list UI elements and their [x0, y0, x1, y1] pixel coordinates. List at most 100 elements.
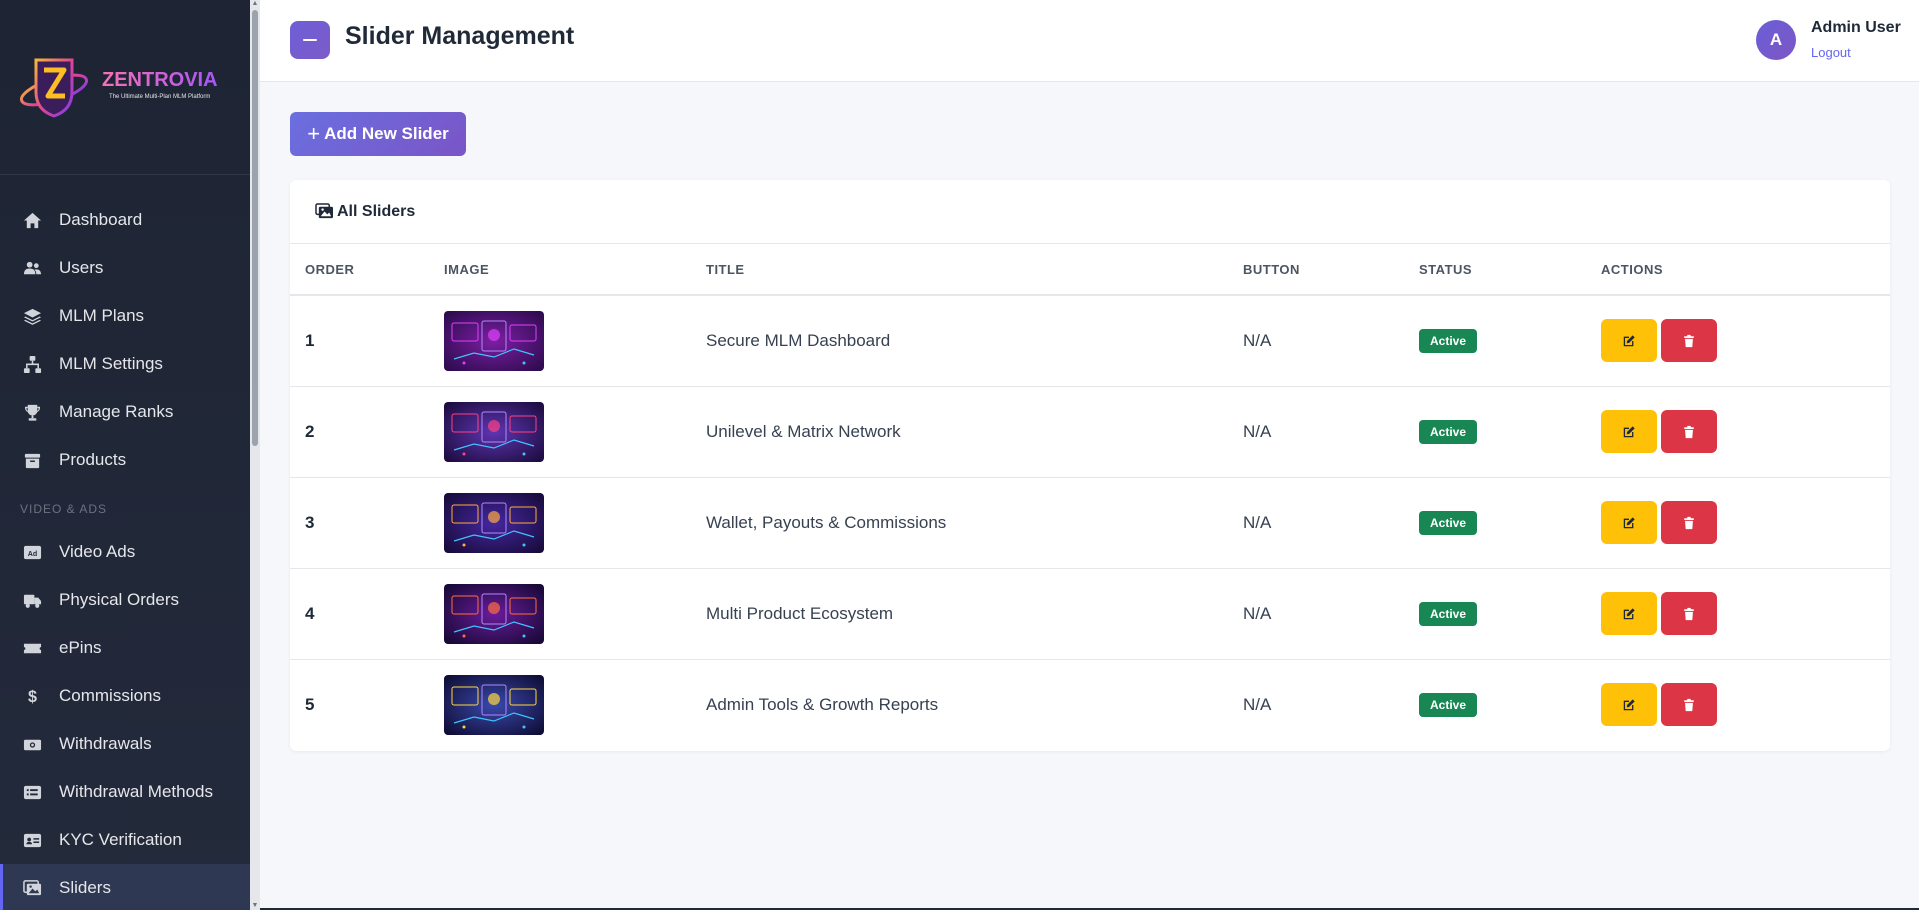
list-card-icon: [22, 782, 42, 802]
delete-slider-button[interactable]: [1661, 410, 1717, 453]
zentrovia-logo[interactable]: ZENTROVIA The Ultimate Multi-Plan MLM Pl…: [18, 52, 233, 120]
scroll-down-arrow-icon[interactable]: ▼: [251, 902, 259, 910]
slider-thumbnail-image[interactable]: [444, 401, 544, 462]
slider-button-value: N/A: [1243, 568, 1419, 660]
sidebar-item-label: Physical Orders: [59, 590, 179, 609]
edit-slider-button[interactable]: [1601, 410, 1657, 453]
users-icon: [22, 258, 42, 278]
edit-slider-button[interactable]: [1601, 592, 1657, 635]
trash-icon: [1684, 607, 1694, 620]
sidebar: ZENTROVIA The Ultimate Multi-Plan MLM Pl…: [0, 0, 260, 910]
table-row: 4 Multi Product Ecosystem N/A Active: [290, 568, 1890, 660]
slider-image-cell: [444, 386, 706, 478]
add-new-slider-button[interactable]: + Add New Slider: [290, 112, 466, 156]
delete-slider-button[interactable]: [1661, 501, 1717, 544]
menu-toggle-button[interactable]: [290, 21, 330, 59]
sidebar-item-users[interactable]: Users: [0, 244, 250, 292]
table-row: 5 Admin Tools & Growth Reports N/A Activ…: [290, 659, 1890, 750]
sidebar-item-dashboard[interactable]: Dashboard: [0, 196, 250, 244]
delete-slider-button[interactable]: [1661, 592, 1717, 635]
sidebar-item-withdrawal-methods[interactable]: Withdrawal Methods: [0, 768, 250, 816]
delete-slider-button[interactable]: [1661, 319, 1717, 363]
hamburger-icon: [303, 39, 317, 41]
sidebar-item-commissions[interactable]: $ Commissions: [0, 672, 250, 720]
sidebar-item-manage-ranks[interactable]: Manage Ranks: [0, 388, 250, 436]
plus-icon: +: [307, 121, 321, 146]
sidebar-item-label: Manage Ranks: [59, 402, 174, 421]
sidebar-scrollbar[interactable]: ▲ ▼: [250, 0, 260, 910]
slider-status-cell: Active: [1419, 568, 1601, 660]
sliders-table: ORDER IMAGE TITLE BUTTON STATUS ACTIONS …: [290, 244, 1890, 750]
box-icon: [22, 450, 42, 470]
trash-icon: [1684, 516, 1694, 529]
slider-order: 2: [290, 386, 444, 478]
sidebar-item-physical-orders[interactable]: Physical Orders: [0, 576, 250, 624]
edit-slider-button[interactable]: [1601, 501, 1657, 544]
slider-image-cell: [444, 477, 706, 569]
slider-thumbnail-image[interactable]: [444, 310, 544, 371]
add-new-slider-label: Add New Slider: [324, 124, 449, 143]
column-header-image[interactable]: IMAGE: [444, 244, 706, 296]
delete-slider-button[interactable]: [1661, 683, 1717, 727]
layers-icon: [22, 306, 42, 326]
sidebar-item-label: ePins: [59, 638, 102, 657]
edit-slider-button[interactable]: [1601, 319, 1657, 363]
brand-name: ZENTROVIA: [102, 69, 218, 91]
sidebar-item-label: Dashboard: [59, 210, 143, 229]
sidebar-item-withdrawals[interactable]: Withdrawals: [0, 720, 250, 768]
ticket-icon: [22, 638, 42, 658]
brand-tagline: The Ultimate Multi-Plan MLM Platform: [109, 94, 210, 100]
trophy-icon: [22, 402, 42, 422]
status-badge: Active: [1419, 328, 1478, 353]
table-row: 1 Secure MLM Dashboard N/A Active: [290, 295, 1890, 387]
edit-icon: [1623, 607, 1635, 619]
table-row: 3 Wallet, Payouts & Commissions N/A Acti…: [290, 477, 1890, 569]
sidebar-section-video-ads: VIDEO & ADS: [20, 502, 108, 516]
ad-icon: Ad: [22, 542, 42, 562]
sidebar-item-kyc-verification[interactable]: KYC Verification: [0, 816, 250, 864]
sliders-card: All Sliders ORDER IMAGE TITLE BUTTON STA…: [290, 180, 1890, 751]
sidebar-scrollbar-thumb[interactable]: [252, 10, 258, 446]
column-header-status[interactable]: STATUS: [1419, 244, 1601, 296]
scroll-up-arrow-icon[interactable]: ▲: [251, 0, 259, 8]
edit-slider-button[interactable]: [1601, 683, 1657, 727]
table-header-row: ORDER IMAGE TITLE BUTTON STATUS ACTIONS: [290, 244, 1890, 296]
sidebar-item-mlm-plans[interactable]: MLM Plans: [0, 292, 250, 340]
slider-thumbnail-image[interactable]: [444, 492, 544, 553]
avatar[interactable]: A: [1756, 20, 1796, 60]
status-badge: Active: [1419, 510, 1478, 535]
sidebar-item-mlm-settings[interactable]: MLM Settings: [0, 340, 250, 388]
column-header-order[interactable]: ORDER: [290, 244, 444, 296]
dollar-icon: $: [22, 686, 42, 706]
column-header-actions[interactable]: ACTIONS: [1601, 244, 1890, 296]
column-header-button[interactable]: BUTTON: [1243, 244, 1419, 296]
sidebar-item-label: MLM Settings: [59, 354, 163, 373]
slider-title: Unilevel & Matrix Network: [706, 386, 1243, 478]
edit-icon: [1623, 516, 1635, 528]
status-badge: Active: [1419, 601, 1478, 626]
logout-link[interactable]: Logout: [1811, 45, 1851, 60]
slider-thumbnail-image[interactable]: [444, 674, 544, 735]
images-icon: [22, 878, 42, 898]
truck-icon: [22, 590, 42, 610]
sidebar-item-label: KYC Verification: [59, 830, 182, 849]
sidebar-item-video-ads[interactable]: Ad Video Ads: [0, 528, 250, 576]
sidebar-item-label: Withdrawal Methods: [59, 782, 214, 801]
status-badge: Active: [1419, 692, 1478, 717]
sidebar-item-epins[interactable]: ePins: [0, 624, 250, 672]
status-badge: Active: [1419, 419, 1478, 444]
slider-title: Secure MLM Dashboard: [706, 295, 1243, 387]
slider-button-value: N/A: [1243, 386, 1419, 478]
sidebar-item-label: Commissions: [59, 686, 162, 705]
column-header-title[interactable]: TITLE: [706, 244, 1243, 296]
sidebar-item-products[interactable]: Products: [0, 436, 250, 484]
slider-image-cell: [444, 568, 706, 660]
slider-image-cell: [444, 659, 706, 750]
slider-title: Wallet, Payouts & Commissions: [706, 477, 1243, 569]
slider-status-cell: Active: [1419, 386, 1601, 478]
slider-thumbnail-image[interactable]: [444, 583, 544, 644]
slider-actions-cell: [1601, 386, 1890, 478]
slider-image-cell: [444, 295, 706, 387]
sidebar-item-sliders[interactable]: Sliders: [0, 864, 250, 910]
trash-icon: [1684, 698, 1694, 711]
